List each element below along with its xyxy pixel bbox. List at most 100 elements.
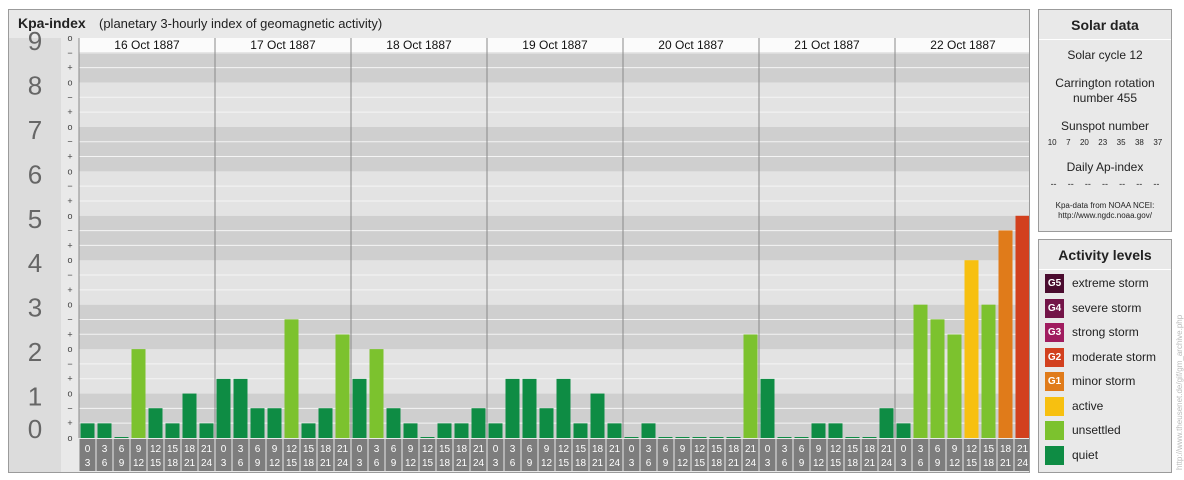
hour-end-label: 9 [799,458,805,469]
legend-item-unsettled: unsettled [1045,421,1171,441]
hour-start-label: 3 [374,444,380,455]
data-source-label: Kpa-data from NOAA NCEI: [1055,201,1155,210]
minor-tick-label: o [67,344,72,354]
hour-end-label: 6 [918,458,924,469]
legend-item-g1: G1 minor storm [1045,372,1171,392]
kp-bar [709,437,724,438]
kp-bar [777,437,792,438]
hour-start-label: 6 [527,444,533,455]
sunspot-values: 10 7 20 23 35 38 37 [1039,138,1171,147]
minor-tick-label: + [67,285,72,295]
hour-start-label: 3 [782,444,788,455]
sunspot-value: 35 [1116,138,1126,147]
hour-start-label: 6 [391,444,397,455]
hour-start-label: 9 [952,444,958,455]
minor-tick-label: + [67,152,72,162]
kp-bar [352,378,367,438]
ap-value: -- [1101,179,1108,189]
hour-end-label: 15 [422,458,434,469]
hour-start-label: 6 [255,444,261,455]
hour-end-label: 15 [150,458,162,469]
minor-tick-label: o [67,389,72,399]
hour-start-label: 12 [286,444,298,455]
hour-start-label: 0 [765,444,771,455]
ap-value: -- [1067,179,1074,189]
hour-end-label: 3 [493,458,499,469]
kp-bar [743,334,758,438]
kp-bar [335,334,350,438]
hour-end-label: 3 [85,458,91,469]
activity-levels-title: Activity levels [1039,240,1171,270]
hour-start-label: 12 [966,444,978,455]
hour-start-label: 6 [663,444,669,455]
kp-bar [318,408,333,438]
hour-start-label: 3 [238,444,244,455]
kp-bar [182,393,197,438]
minor-tick-label: + [67,329,72,339]
legend-item-g3: G3 strong storm [1045,323,1171,343]
hour-end-label: 6 [238,458,244,469]
kp-bar [114,437,129,438]
kp-bar [165,423,180,438]
kp-bar [505,378,520,438]
hour-end-label: 6 [646,458,652,469]
hour-end-label: 21 [728,458,740,469]
kp-bar [896,423,911,438]
hour-start-label: 12 [694,444,706,455]
hour-end-label: 24 [473,458,485,469]
minor-tick-label: − [67,403,72,413]
hour-end-label: 21 [1000,458,1012,469]
minor-tick-label: o [67,300,72,310]
kp-bar [760,378,775,438]
kp-bar [199,423,214,438]
grid-band [79,215,1029,261]
hour-start-label: 21 [881,444,893,455]
hour-start-label: 18 [184,444,196,455]
minor-tick-label: − [67,181,72,191]
hour-end-label: 12 [405,458,417,469]
source-watermark[interactable]: http://www.theusenet.de/gif/gm_archive.p… [1175,315,1184,470]
chart-title-row: Kpa-index (planetary 3-hourly index of g… [9,10,1029,36]
legend-swatch-g1: G1 [1045,372,1064,391]
carrington-rotation-number: number 455 [1072,91,1138,105]
hour-start-label: 3 [646,444,652,455]
hour-start-label: 0 [221,444,227,455]
hour-start-label: 15 [711,444,723,455]
ap-value: -- [1136,179,1143,189]
y-tick-label: 8 [28,70,42,100]
legend-swatch-g4: G4 [1045,298,1064,318]
solar-data-title: Solar data [1039,10,1171,40]
hour-end-label: 3 [901,458,907,469]
hour-start-label: 15 [439,444,451,455]
grid-band [79,260,1029,305]
sunspot-value: 37 [1153,138,1163,147]
kp-bar [913,304,928,438]
hour-end-label: 24 [745,458,757,469]
kp-bar [233,378,248,438]
activity-levels-panel: Activity levels G5 extreme storm G4 seve… [1038,239,1172,473]
legend-label-g1: minor storm [1072,374,1136,388]
hour-start-label: 15 [303,444,315,455]
minor-tick-label: + [67,63,72,73]
kp-bar [488,423,503,438]
hour-end-label: 18 [983,458,995,469]
hour-end-label: 15 [558,458,570,469]
y-tick-label: 2 [28,337,42,367]
kpa-chart-panel: 16 Oct 1887 17 Oct 1887 18 Oct 1887 19 Oct … [8,9,1030,473]
day-label: 21 Oct 1887 [794,38,860,52]
legend-swatch-active [1045,396,1064,416]
kp-bar [1015,215,1029,438]
hour-end-label: 18 [847,458,859,469]
kp-bar [692,437,707,438]
hour-end-label: 9 [527,458,533,469]
kpa-bar-chart: 16 Oct 1887 17 Oct 1887 18 Oct 1887 19 Oct … [9,26,1029,472]
data-source-link[interactable]: http://www.ngdc.noaa.gov/ [1039,211,1171,221]
y-tick-label: 7 [28,115,42,145]
kp-bar [369,349,384,438]
legend-label-quiet: quiet [1072,447,1099,462]
kp-bar [811,423,826,438]
hour-end-label: 21 [320,458,332,469]
legend-swatch-g2: G2 [1045,347,1064,367]
hour-start-label: 3 [102,444,108,455]
hour-end-label: 6 [510,458,516,469]
